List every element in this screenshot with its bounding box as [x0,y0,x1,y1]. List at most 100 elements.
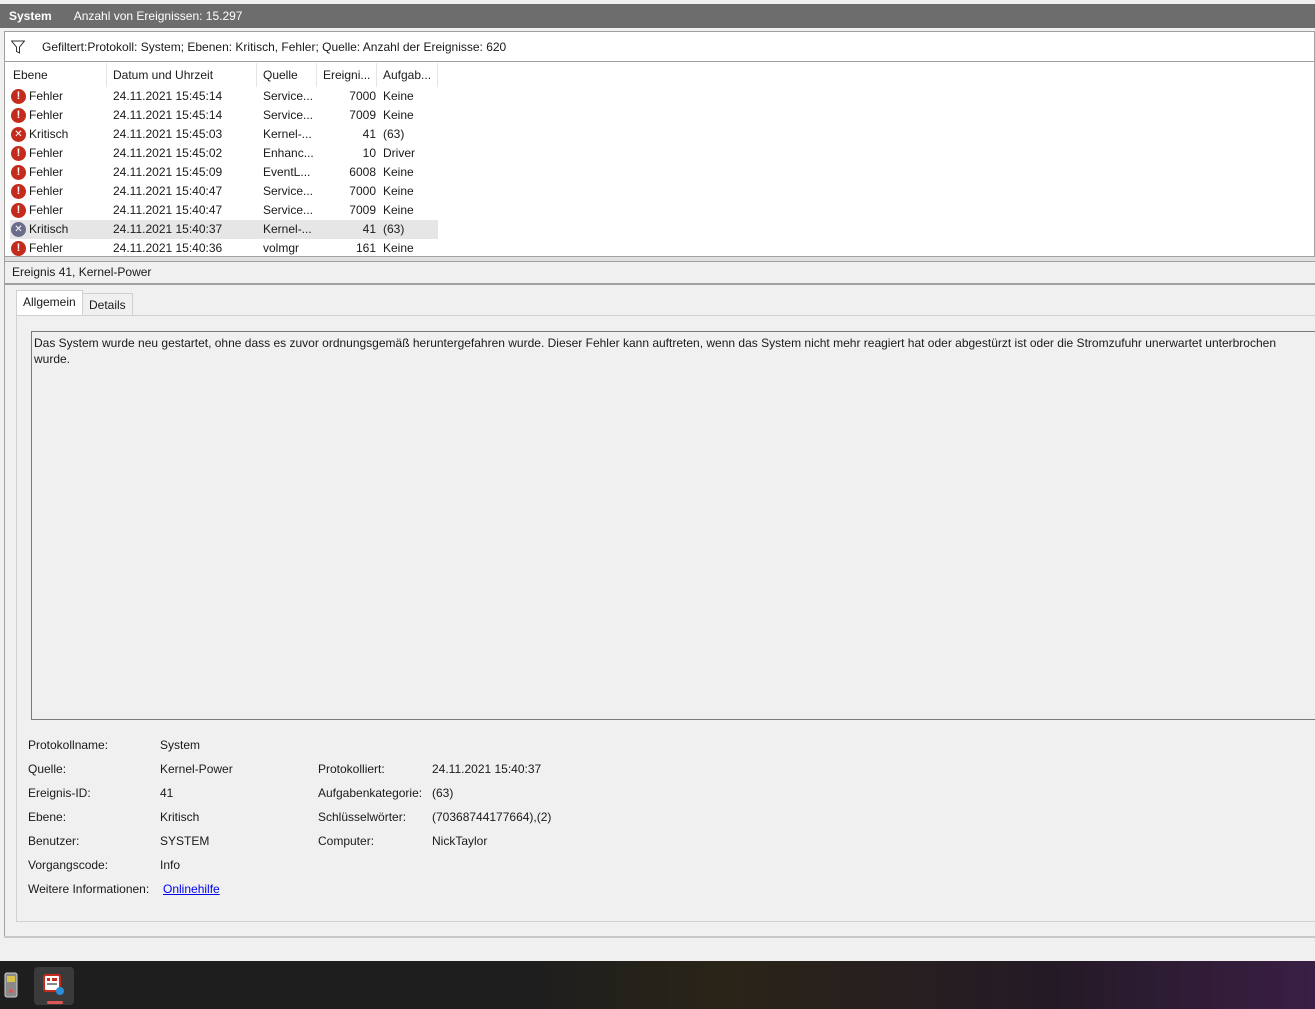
prop-computer-value[interactable]: NickTaylor [432,834,487,848]
cell-level: Fehler [29,203,64,217]
table-row[interactable]: ! Fehler 24.11.2021 15:45:14 Service... 7009… [10,106,438,125]
prop-source-label: Quelle: [28,762,67,776]
cell-task-category: Keine [383,184,414,198]
tab-general[interactable]: Allgemein [16,290,83,316]
cell-level: Fehler [29,146,64,160]
cell-task-category: Keine [383,89,414,103]
taskbar [0,961,1315,1009]
cell-event-id: 41 [362,127,376,141]
exclamation-circle-icon: ! [11,203,26,218]
cell-event-id: 7000 [349,184,376,198]
cell-event-id: 10 [362,146,376,160]
prop-user-value[interactable]: SYSTEM [160,834,209,848]
event-description[interactable]: Das System wurde neu gestartet, ohne das… [31,331,1315,720]
table-row[interactable]: ! Fehler 24.11.2021 15:40:47 Service... 7009… [10,201,438,220]
prop-log-name-label: Protokollname: [28,738,109,752]
event-count: Anzahl von Ereignissen: 15.297 [73,9,243,23]
exclamation-circle-icon: ! [11,89,26,104]
table-row[interactable]: ✕ Kritisch 24.11.2021 15:45:03 Kernel-... 41… [10,125,438,144]
cell-source: Service... [263,203,314,217]
prop-opcode-value[interactable]: Info [160,858,180,872]
cell-level: Fehler [29,184,64,198]
filter-text: Gefiltert:Protokoll: System; Ebenen: Kri… [42,39,507,54]
event-list[interactable]: Ebene Datum und Uhrzeit Quelle Ereigni..… [4,62,1315,256]
cell-task-category: Keine [383,108,414,122]
tab-details[interactable]: Details [82,293,133,317]
prop-logged-label: Protokolliert: [318,762,385,776]
cell-datetime: 24.11.2021 15:45:03 [113,127,223,141]
cell-source: Service... [263,89,314,103]
column-header-level[interactable]: Ebene [7,63,107,87]
table-row[interactable]: ! Fehler 24.11.2021 15:45:09 EventL... 6008 K… [10,163,438,182]
prop-level-value[interactable]: Kritisch [160,810,199,824]
cell-event-id: 7009 [349,203,376,217]
cell-task-category: (63) [383,127,405,141]
exclamation-circle-icon: ! [11,184,26,199]
prop-task-category-value[interactable]: (63) [432,786,453,800]
cell-level: Kritisch [29,222,69,236]
prop-keywords-label: Schlüsselwörter: [318,810,407,824]
cell-task-category: Keine [383,203,414,217]
cell-datetime: 24.11.2021 15:45:14 [113,108,223,122]
prop-more-info-label: Weitere Informationen: [28,882,150,896]
pane-border [4,62,5,938]
prop-level-label: Ebene: [28,810,67,824]
cell-task-category: (63) [383,222,405,236]
exclamation-circle-icon: ! [11,165,26,180]
cell-datetime: 24.11.2021 15:40:47 [113,184,223,198]
title-separator [4,283,1315,285]
pane-splitter[interactable] [4,256,1315,262]
cell-level: Fehler [29,108,64,122]
table-row[interactable]: ! Fehler 24.11.2021 15:45:02 Enhanc... 10 Dri… [10,144,438,163]
prop-keywords-value[interactable]: (70368744177664),(2) [432,810,551,824]
column-header-event-id[interactable]: Ereigni... [317,63,377,87]
table-row[interactable]: ! Fehler 24.11.2021 15:40:47 Service... 7000… [10,182,438,201]
cell-datetime: 24.11.2021 15:45:02 [113,146,223,160]
cell-datetime: 24.11.2021 15:40:37 [113,222,223,236]
x-circle-icon: ✕ [11,127,26,142]
x-circle-icon: ✕ [11,222,26,237]
prop-task-category-label: Aufgabenkategorie: [318,786,423,800]
taskbar-app-file-manager[interactable] [0,967,34,1005]
event-detail-title: Ereignis 41, Kernel-Power [12,265,152,279]
column-header-datetime[interactable]: Datum und Uhrzeit [107,63,257,87]
taskbar-app-event-viewer[interactable] [34,967,74,1005]
exclamation-circle-icon: ! [11,241,26,256]
cell-datetime: 24.11.2021 15:45:14 [113,89,223,103]
prop-event-id-value[interactable]: 41 [160,786,173,800]
table-row[interactable]: ! Fehler 24.11.2021 15:45:14 Service... 7000… [10,87,438,106]
cell-event-id: 41 [362,222,376,236]
cell-source: Kernel-... [263,222,312,236]
prop-logged-value[interactable]: 24.11.2021 15:40:37 [432,762,541,776]
cell-datetime: 24.11.2021 15:40:47 [113,203,223,217]
cell-level: Fehler [29,165,64,179]
status-strip [4,936,1315,938]
cell-source: Enhanc... [263,146,314,160]
exclamation-circle-icon: ! [11,146,26,161]
cell-source: Service... [263,184,314,198]
funnel-icon [11,40,25,54]
cell-event-id: 7000 [349,89,376,103]
cell-source: EventL... [263,165,311,179]
general-tab-panel: Das System wurde neu gestartet, ohne das… [16,315,1315,922]
cell-task-category: Driver [383,146,415,160]
prop-user-label: Benutzer: [28,834,80,848]
device-icon [4,972,18,998]
prop-source-value[interactable]: Kernel-Power [160,762,233,776]
cell-level: Kritisch [29,127,69,141]
column-header-source[interactable]: Quelle [257,63,317,87]
cell-source: Kernel-... [263,127,312,141]
cell-task-category: Keine [383,165,414,179]
active-app-indicator [47,1001,63,1004]
table-row[interactable]: ✕ Kritisch 24.11.2021 15:40:37 Kernel-... 41… [10,220,438,239]
prop-computer-label: Computer: [318,834,375,848]
cell-source: Service... [263,108,314,122]
prop-opcode-label: Vorgangscode: [28,858,109,872]
prop-log-name-value[interactable]: System [160,738,200,752]
event-viewer-icon [43,974,64,995]
online-help-link[interactable]: Onlinehilfe [163,882,220,896]
cell-datetime: 24.11.2021 15:45:09 [113,165,223,179]
column-header-task-category[interactable]: Aufgab... [377,63,438,87]
cell-event-id: 6008 [349,165,376,179]
exclamation-circle-icon: ! [11,108,26,123]
